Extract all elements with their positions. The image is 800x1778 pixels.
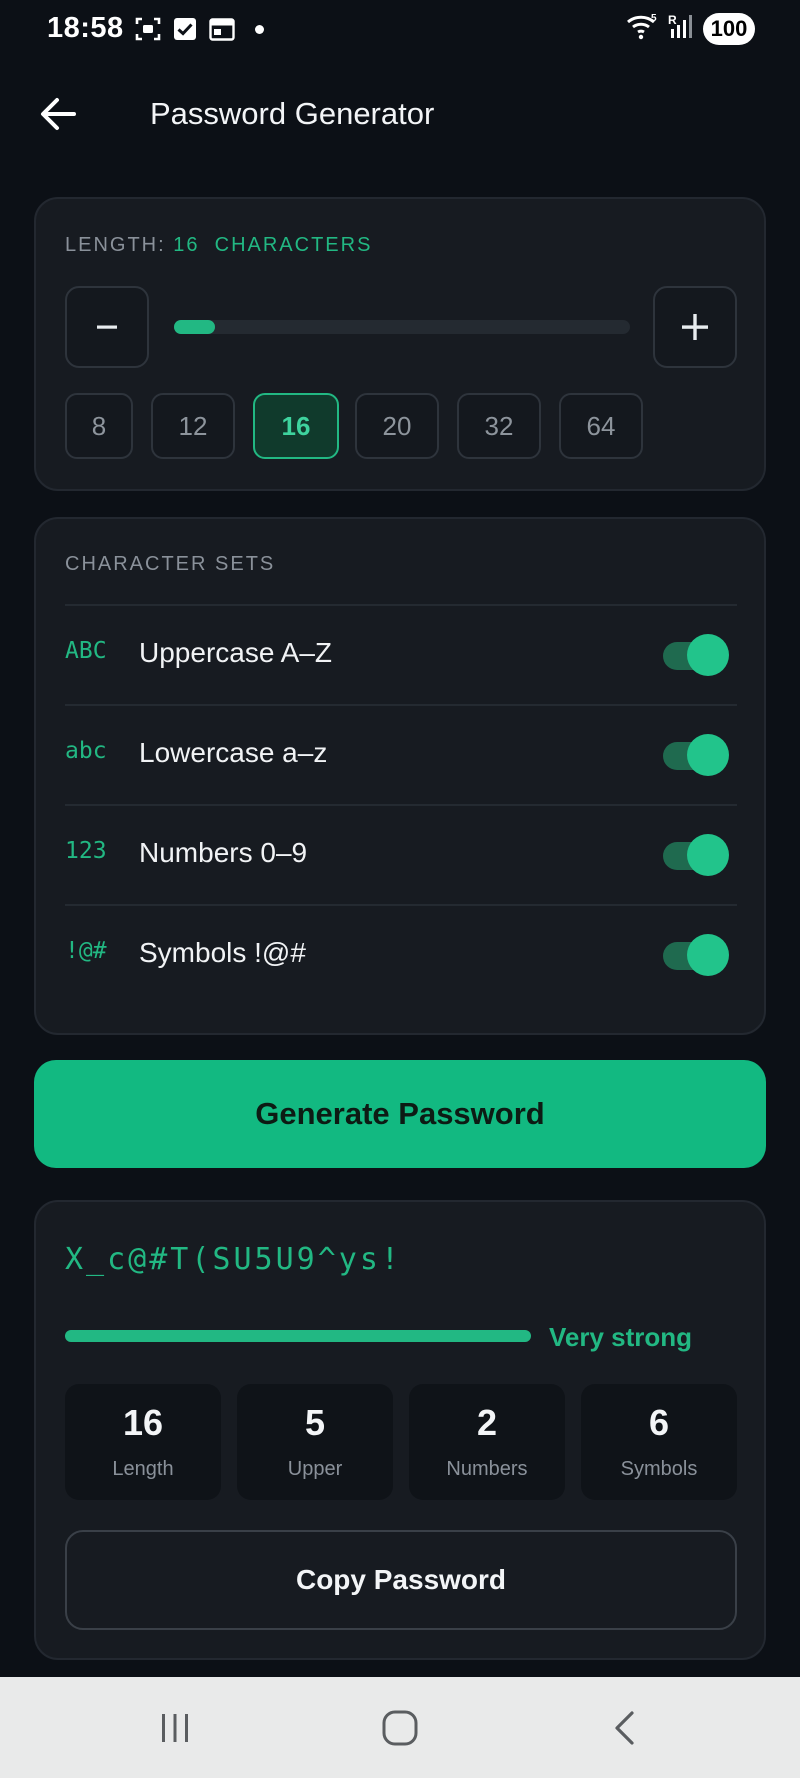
strength-meter-fill (65, 1330, 531, 1342)
wifi-icon: 5 (625, 12, 659, 45)
length-card: LENGTH: 16 CHARACTERS 8 12 16 20 32 64 (34, 197, 766, 491)
status-system-icons: 5 R 100 (625, 12, 755, 45)
set-label: Uppercase A–Z (139, 637, 332, 668)
character-sets-title: CHARACTER SETS (65, 553, 276, 575)
generate-password-button[interactable]: Generate Password (34, 1060, 766, 1168)
svg-text:5: 5 (651, 13, 657, 24)
dot-icon (255, 24, 264, 34)
symbols-toggle[interactable] (663, 934, 729, 976)
length-slider-fill (174, 320, 216, 334)
stat-numbers: 2 Numbers (409, 1384, 565, 1500)
status-time: 18:58 (47, 12, 124, 44)
lowercase-toggle[interactable] (663, 734, 729, 776)
status-notification-icons (135, 16, 264, 42)
length-slider[interactable] (174, 320, 630, 334)
stat-symbols: 6 Symbols (581, 1384, 737, 1500)
copy-password-button[interactable]: Copy Password (65, 1530, 737, 1630)
preset-button[interactable]: 12 (151, 393, 235, 459)
minus-icon (97, 325, 117, 329)
stat-label: Length (112, 1458, 174, 1480)
preset-button[interactable]: 16 (253, 393, 339, 459)
stat-value: 5 (304, 1402, 326, 1443)
checkbox-icon (173, 17, 197, 41)
set-row-lowercase[interactable]: abc Lowercase a–z (65, 704, 737, 804)
stat-label: Upper (287, 1458, 343, 1480)
toggle-knob (687, 934, 729, 976)
preset-button[interactable]: 8 (65, 393, 133, 459)
strength-meter (65, 1330, 531, 1342)
screenshot-icon (135, 16, 161, 42)
character-sets-card: CHARACTER SETS ABC Uppercase A–Z abc Low… (34, 517, 766, 1035)
toggle-knob (687, 634, 729, 676)
toggle-knob (687, 734, 729, 776)
stat-label: Symbols (620, 1458, 698, 1480)
battery-icon: 100 (703, 12, 755, 45)
result-card: X_c@#T(SU5U9^ys! Very strong 16 Length 5… (34, 1200, 766, 1660)
strength-label: Very strong (549, 1322, 693, 1352)
set-tag: 123 (65, 838, 107, 864)
back-nav-button[interactable] (590, 1703, 660, 1753)
length-label-prefix: LENGTH: (65, 234, 166, 256)
toggle-knob (687, 834, 729, 876)
stat-value: 2 (476, 1402, 498, 1443)
set-row-numbers[interactable]: 123 Numbers 0–9 (65, 804, 737, 904)
calendar-icon (209, 17, 235, 41)
page-title: Password Generator (150, 96, 435, 131)
status-bar: 18:58 5 R 100 (0, 0, 800, 62)
svg-text:R: R (668, 13, 677, 27)
recents-icon (162, 1714, 188, 1742)
set-tag: !@# (65, 938, 107, 964)
set-label: Lowercase a–z (139, 737, 328, 768)
length-value: 16 (173, 234, 200, 256)
generated-password: X_c@#T(SU5U9^ys! (65, 1242, 402, 1277)
app-bar: Password Generator (0, 70, 800, 158)
set-row-uppercase[interactable]: ABC Uppercase A–Z (65, 604, 737, 704)
password-stats: 16 Length 5 Upper 2 Numbers 6 Symbols (65, 1384, 737, 1500)
stat-length: 16 Length (65, 1384, 221, 1500)
stat-value: 16 (122, 1402, 164, 1443)
home-button[interactable] (365, 1703, 435, 1753)
set-label: Numbers 0–9 (139, 837, 308, 868)
set-label: Symbols !@# (139, 937, 306, 968)
home-icon (382, 1710, 418, 1746)
recents-button[interactable] (140, 1703, 210, 1753)
preset-button[interactable]: 32 (457, 393, 541, 459)
back-button[interactable] (28, 86, 88, 142)
system-nav-bar (0, 1677, 800, 1778)
set-row-symbols[interactable]: !@# Symbols !@# (65, 904, 737, 1004)
stat-value: 6 (648, 1402, 670, 1443)
stat-label: Numbers (446, 1458, 528, 1480)
increase-length-button[interactable] (653, 286, 737, 368)
preset-button[interactable]: 20 (355, 393, 439, 459)
length-label-suffix: CHARACTERS (214, 234, 373, 256)
page: 18:58 5 R 100 Password Generator LENGTH:… (0, 0, 800, 1778)
set-tag: abc (65, 738, 107, 764)
preset-button[interactable]: 64 (559, 393, 643, 459)
decrease-length-button[interactable] (65, 286, 149, 368)
uppercase-toggle[interactable] (663, 634, 729, 676)
set-tag: ABC (65, 638, 107, 664)
signal-icon: R (667, 12, 695, 45)
stat-upper: 5 Upper (237, 1384, 393, 1500)
arrow-left-icon (41, 98, 76, 130)
length-label: LENGTH: 16 CHARACTERS (65, 234, 372, 257)
plus-icon (682, 314, 708, 340)
back-nav-icon (615, 1711, 634, 1745)
numbers-toggle[interactable] (663, 834, 729, 876)
